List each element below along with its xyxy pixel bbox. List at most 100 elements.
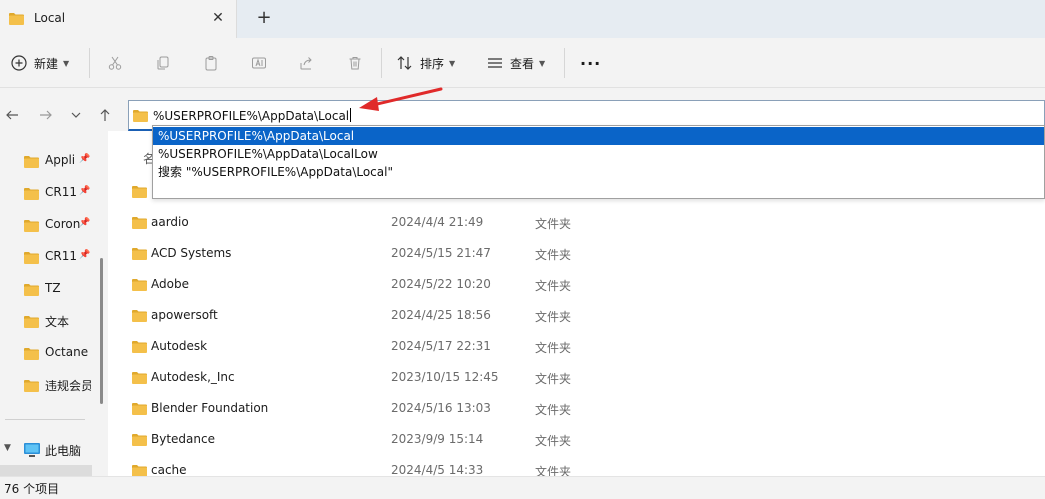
file-date: 2023/10/15 12:45 [391, 370, 499, 384]
pin-icon: 📌 [79, 218, 91, 228]
copy-button[interactable] [154, 50, 172, 76]
file-name: Autodesk [151, 339, 208, 353]
folder-icon [132, 248, 147, 260]
share-button[interactable] [298, 50, 316, 76]
file-date: 2024/4/25 18:56 [391, 308, 491, 322]
table-row[interactable]: cache 2024/4/5 14:33 文件夹 [108, 455, 1045, 476]
table-row[interactable]: Adobe 2024/5/22 10:20 文件夹 [108, 269, 1045, 300]
table-row[interactable]: ACD Systems 2024/5/15 21:47 文件夹 [108, 238, 1045, 269]
text-caret [350, 108, 352, 122]
new-button[interactable]: 新建 ▼ [10, 50, 69, 76]
suggestion-search[interactable]: 搜索 "%USERPROFILE%\AppData\Local" [153, 163, 1044, 181]
file-date: 2024/5/16 13:03 [391, 401, 491, 415]
close-icon[interactable]: ✕ [208, 8, 228, 28]
folder-icon [24, 252, 39, 264]
sidebar-item[interactable]: Appli 📌 [0, 146, 92, 174]
folder-icon [24, 156, 39, 168]
delete-button[interactable] [346, 50, 364, 76]
file-type: 文件夹 [535, 465, 572, 476]
file-name: cache [151, 463, 187, 476]
file-type: 文件夹 [535, 434, 572, 448]
item-count: 76 个项目 [4, 482, 60, 496]
folder-icon [9, 13, 24, 25]
suggestion-item[interactable]: %USERPROFILE%\AppData\Local [153, 127, 1044, 145]
sidebar-item-label: 文本 [45, 315, 70, 329]
file-type: 文件夹 [535, 372, 572, 386]
table-row[interactable]: Autodesk 2024/5/17 22:31 文件夹 [108, 331, 1045, 362]
folder-icon [24, 220, 39, 232]
file-date: 2024/5/15 21:47 [391, 246, 491, 260]
file-name: apowersoft [151, 308, 218, 322]
new-label: 新建 [34, 56, 59, 71]
file-type: 文件夹 [535, 341, 572, 355]
paste-button[interactable] [202, 50, 220, 76]
sidebar-item[interactable]: 文本 [0, 306, 92, 334]
tab-strip: Local ✕ + [0, 0, 1045, 38]
computer-icon [24, 443, 40, 457]
sort-button[interactable]: 排序 ▼ [396, 50, 455, 76]
sidebar-item[interactable]: Coron 📌 [0, 210, 92, 238]
divider [5, 419, 85, 420]
divider [89, 48, 90, 78]
folder-icon [24, 380, 39, 392]
table-row[interactable]: aardio 2024/4/4 21:49 文件夹 [108, 207, 1045, 238]
folder-icon [24, 316, 39, 328]
folder-icon [132, 372, 147, 384]
status-bar: 76 个项目 [0, 476, 1045, 499]
sidebar-item[interactable]: Octane I [0, 338, 92, 366]
pin-icon: 📌 [79, 186, 91, 196]
folder-icon [24, 348, 39, 360]
folder-icon [132, 403, 147, 415]
folder-icon [132, 465, 147, 476]
paste-icon [202, 54, 220, 72]
table-row[interactable]: Bytedance 2023/9/9 15:14 文件夹 [108, 424, 1045, 455]
tab-local[interactable]: Local ✕ [0, 0, 237, 38]
file-type: 文件夹 [535, 403, 572, 417]
address-suggestions: %USERPROFILE%\AppData\Local %USERPROFILE… [152, 125, 1045, 199]
suggestion-item[interactable]: %USERPROFILE%\AppData\LocalLow [153, 145, 1044, 163]
file-name: ACD Systems [151, 246, 232, 260]
sidebar-item-label: 违规会员 [45, 379, 91, 393]
back-icon[interactable] [3, 106, 21, 124]
copy-icon [154, 54, 172, 72]
sidebar-item[interactable]: TZ [0, 274, 92, 302]
share-icon [298, 54, 316, 72]
plus-icon[interactable]: + [254, 8, 274, 28]
folder-icon [132, 279, 147, 291]
more-icon[interactable]: ··· [580, 50, 601, 76]
rename-button[interactable] [250, 50, 268, 76]
file-date: 2024/5/22 10:20 [391, 277, 491, 291]
forward-icon[interactable] [37, 106, 55, 124]
up-icon[interactable] [96, 106, 114, 124]
sidebar-item-selected[interactable] [0, 465, 92, 476]
sidebar-item[interactable]: CR11 📌 [0, 242, 92, 270]
sidebar-item[interactable]: 违规会员 [0, 370, 92, 398]
file-type: 文件夹 [535, 217, 572, 231]
sidebar-item[interactable]: CR11 📌 [0, 178, 92, 206]
delete-icon [346, 54, 364, 72]
divider [564, 48, 565, 78]
file-type: 文件夹 [535, 279, 572, 293]
new-icon [10, 54, 28, 72]
file-name: Bytedance [151, 432, 215, 446]
address-input[interactable]: %USERPROFILE%\AppData\Local [153, 108, 352, 123]
recent-icon[interactable] [67, 106, 85, 124]
table-row[interactable]: Autodesk,_Inc 2023/10/15 12:45 文件夹 [108, 362, 1045, 393]
sidebar-item-this-pc[interactable]: 此电脑 [0, 436, 92, 464]
address-value: %USERPROFILE%\AppData\Local [153, 109, 350, 123]
pin-icon: 📌 [79, 250, 91, 260]
folder-icon [133, 110, 148, 122]
file-type: 文件夹 [535, 310, 572, 324]
nav-scrollbar[interactable] [100, 258, 103, 404]
folder-icon [132, 217, 147, 229]
tab-title: Local [34, 11, 66, 25]
cut-icon [106, 54, 124, 72]
file-date: 2023/9/9 15:14 [391, 432, 484, 446]
view-button[interactable]: 查看 ▼ [486, 50, 545, 76]
table-row[interactable]: Blender Foundation 2024/5/16 13:03 文件夹 [108, 393, 1045, 424]
file-name: Autodesk,_Inc [151, 370, 235, 384]
folder-icon [132, 341, 147, 353]
cut-button[interactable] [106, 50, 124, 76]
sidebar-item-label: TZ [45, 281, 61, 295]
table-row[interactable]: apowersoft 2024/4/25 18:56 文件夹 [108, 300, 1045, 331]
